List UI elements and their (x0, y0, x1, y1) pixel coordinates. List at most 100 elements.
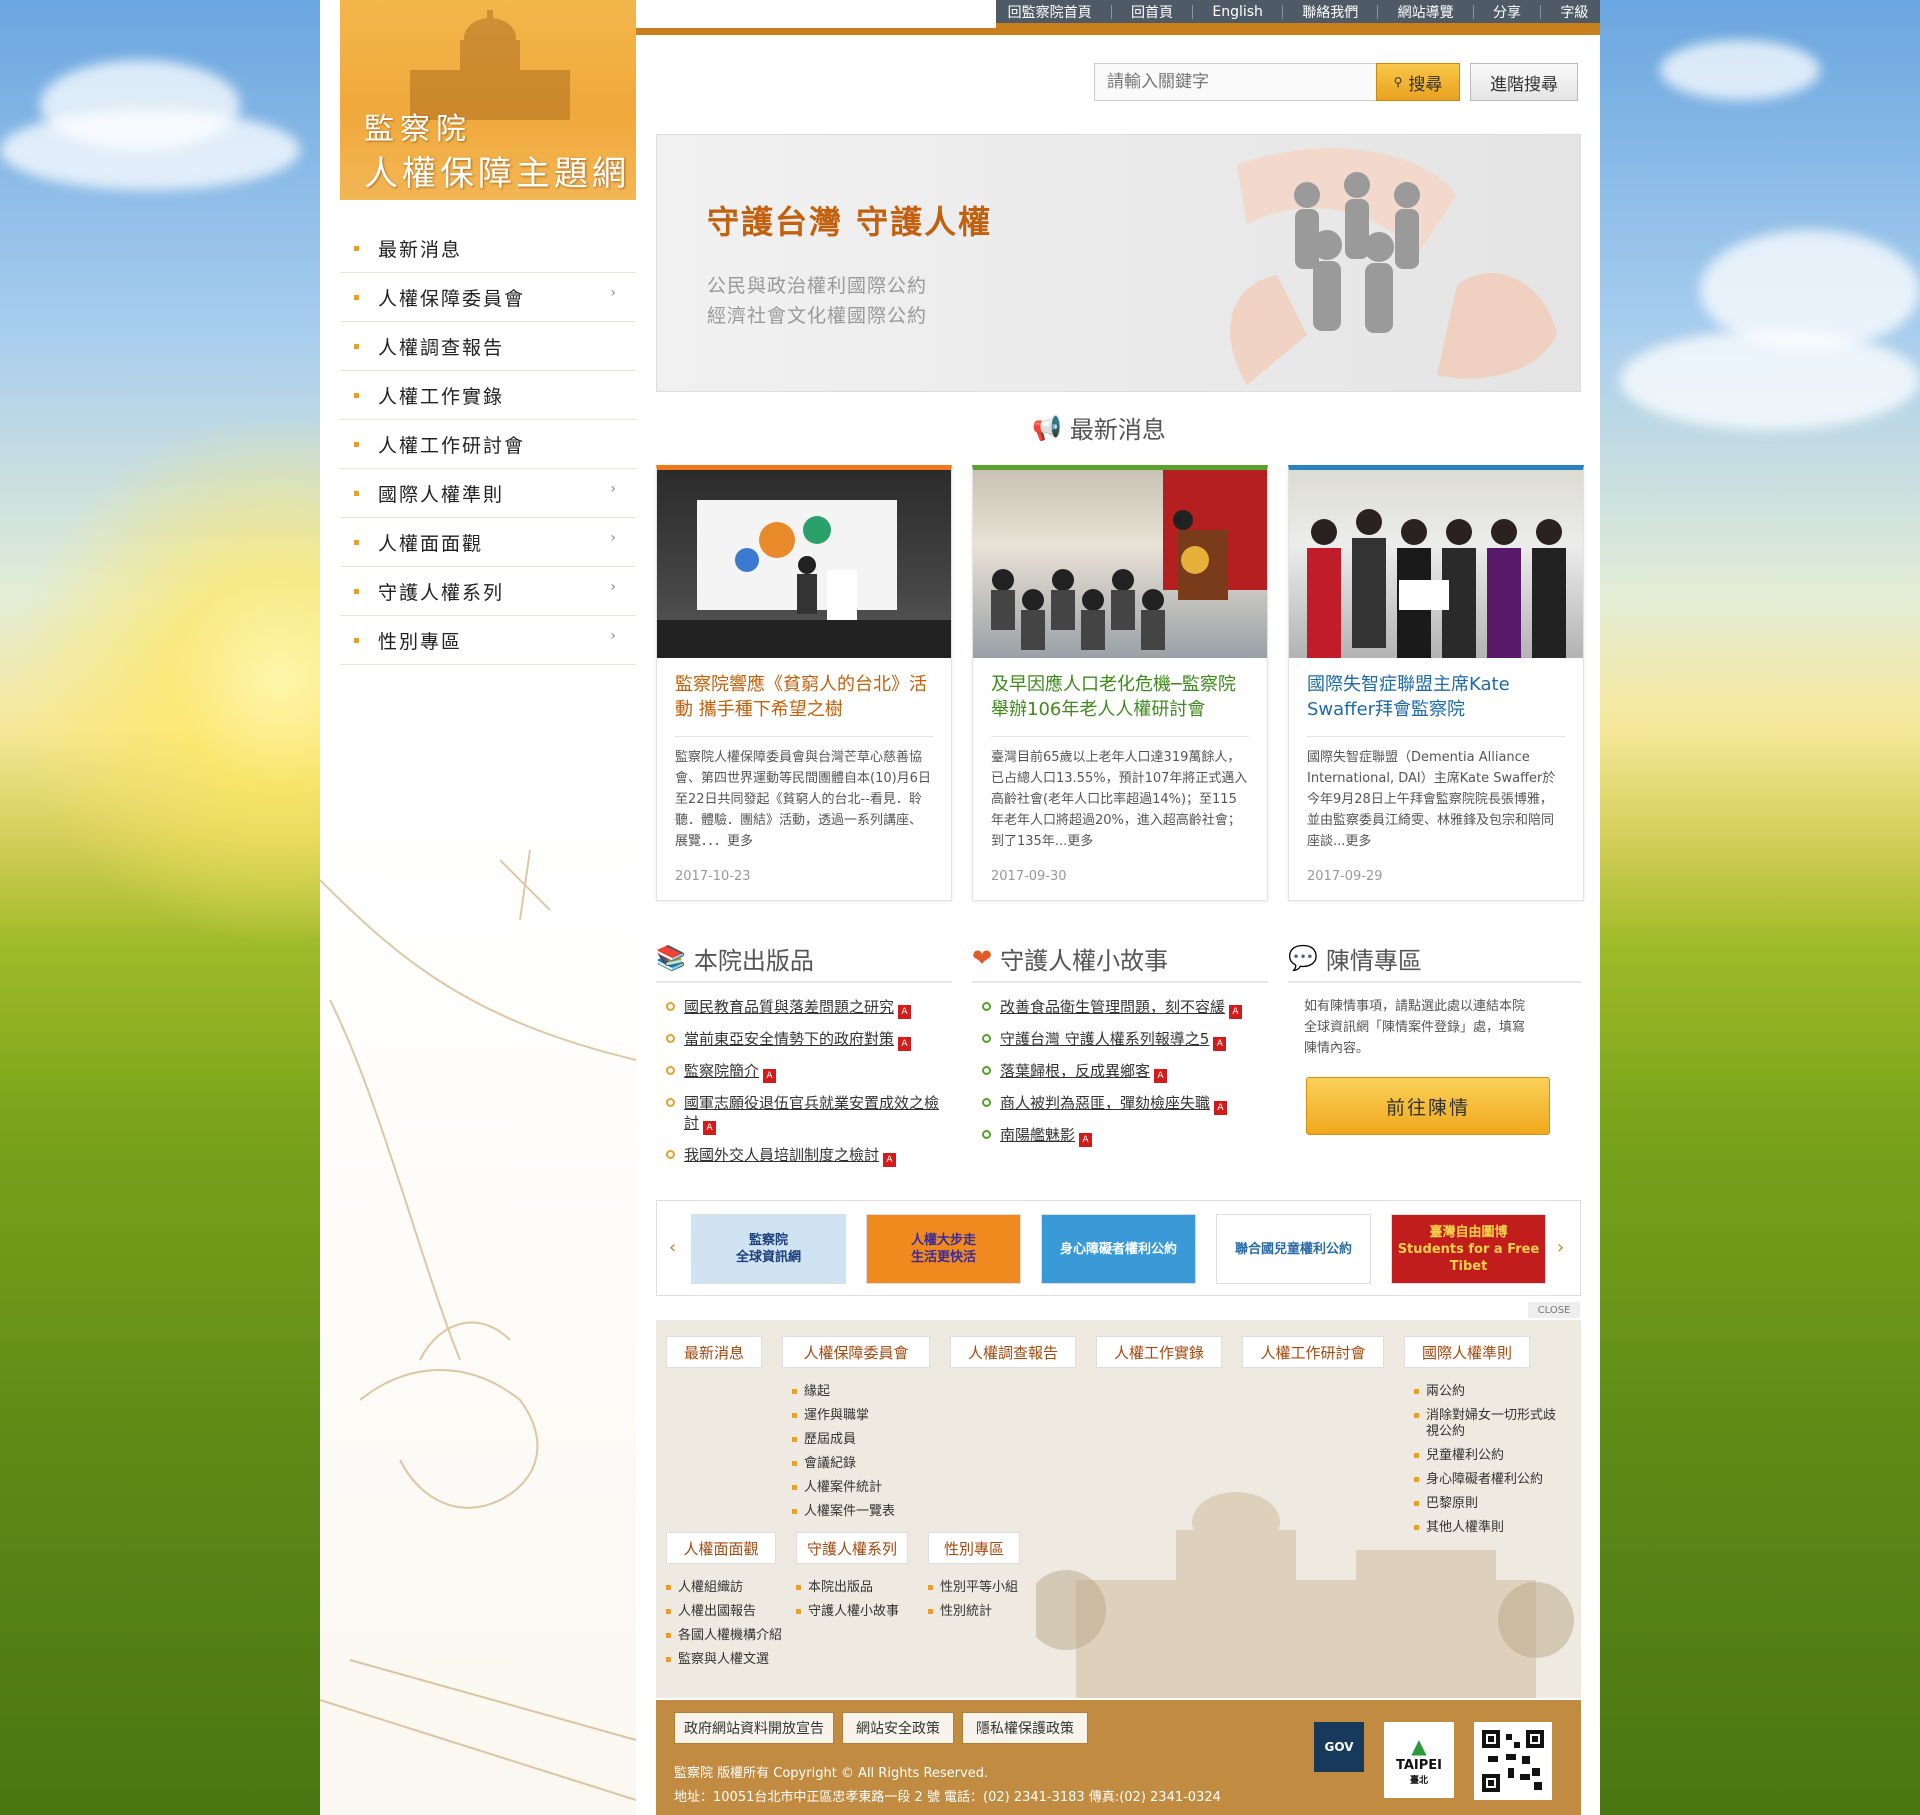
news-card[interactable]: 國際失智症聯盟主席Kate Swaffer拜會監察院 國際失智症聯盟（Dement… (1288, 465, 1584, 901)
gov-badge[interactable]: GOV (1314, 1722, 1364, 1772)
news-card-title[interactable]: 及早因應人口老化危機─監察院舉辦106年老人人權研討會 (973, 658, 1267, 728)
list-item-link[interactable]: 國軍志願役退伍官兵就業安置成效之檢討 (684, 1094, 939, 1132)
partner-link-banner[interactable]: 臺灣自由圖博 Students for a Free Tibet (1391, 1214, 1546, 1284)
sitemap-link[interactable]: 歷屆成員 (792, 1428, 942, 1452)
partner-link-banner[interactable]: 聯合國兒童權利公約 (1216, 1214, 1371, 1284)
sidebar-item-label: 守護人權系列 (378, 581, 505, 604)
news-card-title[interactable]: 監察院響應《貧窮人的台北》活動 攜手種下希望之樹 (657, 658, 951, 728)
hero-banner[interactable]: 守護台灣 守護人權 公民與政治權利國際公約 經濟社會文化權國際公約 (656, 134, 1581, 392)
sidebar-item-label: 人權保障委員會 (378, 287, 526, 310)
news-card-photo[interactable] (657, 470, 951, 658)
sidebar-item[interactable]: 人權保障委員會 › (340, 273, 636, 322)
sitemap-link[interactable]: 緣起 (792, 1380, 942, 1404)
sitemap-link-label: 守護人權小故事 (808, 1604, 900, 1619)
list-item[interactable]: 商人被判為惡匪，彈劾檢座失職 A (982, 1093, 1258, 1115)
list-item[interactable]: 南陽艦魅影 A (982, 1125, 1258, 1147)
topbar-link[interactable]: English (1208, 4, 1267, 20)
sitemap-link[interactable]: 人權案件一覽表 (792, 1500, 942, 1524)
sitemap-tab[interactable]: 人權工作實錄 (1096, 1336, 1222, 1368)
topbar-link[interactable]: 分享 (1489, 2, 1525, 22)
advanced-search-button[interactable]: 進階搜尋 (1470, 63, 1578, 101)
sitemap-tab[interactable]: 守護人權系列 (796, 1532, 908, 1564)
list-item-link[interactable]: 國民教育品質與落差問題之研究 (684, 998, 894, 1016)
sidebar-item[interactable]: 國際人權準則 › (340, 469, 636, 518)
sitemap-link[interactable]: 巴黎原則 (1414, 1492, 1564, 1516)
list-item-link[interactable]: 改善食品衛生管理問題，刻不容緩 (1000, 998, 1225, 1016)
topbar-link[interactable]: 聯絡我們 (1298, 2, 1362, 22)
qr-code[interactable] (1474, 1722, 1552, 1800)
carousel-next-icon[interactable]: › (1557, 1237, 1564, 1258)
sidebar-item[interactable]: 人權工作實錄 (340, 371, 636, 420)
list-item-link[interactable]: 南陽艦魅影 (1000, 1126, 1075, 1144)
sitemap-link-label: 會議紀錄 (804, 1456, 857, 1471)
partner-link-banner[interactable]: 身心障礙者權利公約 (1041, 1214, 1196, 1284)
list-item-link[interactable]: 守護台灣 守護人權系列報導之5 (1000, 1030, 1209, 1048)
sitemap-tab[interactable]: 最新消息 (666, 1336, 762, 1368)
topbar-link[interactable]: 網站導覽 (1394, 2, 1458, 22)
news-card-title[interactable]: 國際失智症聯盟主席Kate Swaffer拜會監察院 (1289, 658, 1583, 728)
list-item-link[interactable]: 落葉歸根，反成異鄉客 (1000, 1062, 1150, 1080)
footer-policy-button[interactable]: 政府網站資料開放宣告 (674, 1712, 834, 1744)
sitemap-tab[interactable]: 人權工作研討會 (1242, 1336, 1384, 1368)
sitemap-tab[interactable]: 人權保障委員會 (782, 1336, 930, 1368)
sidebar-item[interactable]: 最新消息 (340, 224, 636, 273)
sidebar-item[interactable]: 人權調查報告 (340, 322, 636, 371)
footer-policy-button[interactable]: 網站安全政策 (842, 1712, 954, 1744)
topbar-link[interactable]: 字級 (1556, 2, 1592, 22)
sitemap-link[interactable]: 其他人權準則 (1414, 1516, 1564, 1540)
taipei-mark-icon: ▲ (1411, 1734, 1427, 1758)
sidebar-item[interactable]: 性別專區 › (340, 616, 636, 665)
topbar-link[interactable]: 回監察院首頁 (1004, 2, 1096, 22)
list-item[interactable]: 當前東亞安全情勢下的政府對策 A (666, 1029, 942, 1051)
site-logo[interactable]: 監察院 人權保障主題網 (340, 0, 636, 200)
partner-link-banner[interactable]: 人權大步走 生活更快活 (866, 1214, 1021, 1284)
sitemap-link[interactable]: 人權案件統計 (792, 1476, 942, 1500)
sitemap-link[interactable]: 人權組織訪 (666, 1576, 796, 1600)
list-item-link[interactable]: 當前東亞安全情勢下的政府對策 (684, 1030, 894, 1048)
sitemap-link[interactable]: 性別平等小組 (928, 1576, 1048, 1600)
list-item-link[interactable]: 商人被判為惡匪，彈劾檢座失職 (1000, 1094, 1210, 1112)
sidebar-item[interactable]: 人權工作研討會 (340, 420, 636, 469)
partner-link-banner[interactable]: 監察院 全球資訊網 (691, 1214, 846, 1284)
sitemap-link[interactable]: 監察與人權文選 (666, 1648, 796, 1672)
list-item[interactable]: 我國外交人員培訓制度之檢討 A (666, 1145, 942, 1167)
carousel-prev-icon[interactable]: ‹ (669, 1237, 676, 1258)
list-item-link[interactable]: 監察院簡介 (684, 1062, 759, 1080)
sitemap-link[interactable]: 性別統計 (928, 1600, 1048, 1624)
list-item[interactable]: 監察院簡介 A (666, 1061, 942, 1083)
list-item[interactable]: 國民教育品質與落差問題之研究 A (666, 997, 942, 1019)
petition-button[interactable]: 前往陳情 (1306, 1077, 1550, 1135)
sitemap-link[interactable]: 消除對婦女一切形式歧視公約 (1414, 1404, 1564, 1444)
sitemap-link[interactable]: 本院出版品 (796, 1576, 916, 1600)
search-input[interactable] (1094, 63, 1380, 101)
sidebar-item[interactable]: 人權面面觀 › (340, 518, 636, 567)
sitemap-tab[interactable]: 性別專區 (928, 1532, 1020, 1564)
sitemap-tab[interactable]: 人權調查報告 (950, 1336, 1076, 1368)
sitemap-link[interactable]: 身心障礙者權利公約 (1414, 1468, 1564, 1492)
sitemap-link[interactable]: 會議紀錄 (792, 1452, 942, 1476)
news-card[interactable]: 監察院響應《貧窮人的台北》活動 攜手種下希望之樹 監察院人權保障委員會與台灣芒草心… (656, 465, 952, 901)
sitemap-link[interactable]: 兩公約 (1414, 1380, 1564, 1404)
sitemap-link[interactable]: 人權出國報告 (666, 1600, 796, 1624)
sitemap-link-label: 性別統計 (940, 1604, 993, 1619)
sitemap-tab[interactable]: 國際人權準則 (1404, 1336, 1530, 1368)
sitemap-tab[interactable]: 人權面面觀 (666, 1532, 776, 1564)
list-item[interactable]: 國軍志願役退伍官兵就業安置成效之檢討 A (666, 1093, 942, 1135)
footer-policy-button[interactable]: 隱私權保護政策 (962, 1712, 1088, 1744)
sitemap-close-button[interactable]: CLOSE (1528, 1302, 1580, 1318)
sitemap-link[interactable]: 各國人權機構介紹 (666, 1624, 796, 1648)
list-item[interactable]: 改善食品衛生管理問題，刻不容緩 A (982, 997, 1258, 1019)
list-item[interactable]: 落葉歸根，反成異鄉客 A (982, 1061, 1258, 1083)
list-item-link[interactable]: 我國外交人員培訓制度之檢討 (684, 1146, 879, 1164)
sitemap-link[interactable]: 運作與職掌 (792, 1404, 942, 1428)
topbar-link[interactable]: 回首頁 (1127, 2, 1177, 22)
sitemap-link[interactable]: 兒童權利公約 (1414, 1444, 1564, 1468)
news-card[interactable]: 及早因應人口老化危機─監察院舉辦106年老人人權研討會 臺灣目前65歲以上老年人口… (972, 465, 1268, 901)
sitemap-link[interactable]: 守護人權小故事 (796, 1600, 916, 1624)
sidebar-item[interactable]: 守護人權系列 › (340, 567, 636, 616)
search-button[interactable]: ⚲ 搜尋 (1376, 63, 1460, 101)
news-card-photo[interactable] (973, 470, 1267, 658)
list-item[interactable]: 守護台灣 守護人權系列報導之5 A (982, 1029, 1258, 1051)
taipei-badge[interactable]: ▲ TAIPEI 臺北 (1384, 1722, 1454, 1798)
news-card-photo[interactable] (1289, 470, 1583, 658)
